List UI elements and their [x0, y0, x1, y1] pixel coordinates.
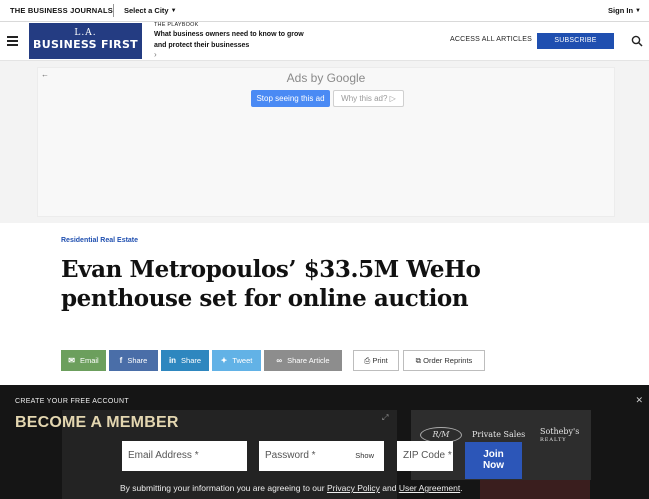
share-article-label: Share Article: [287, 356, 330, 365]
legal-and: and: [382, 483, 397, 493]
chevron-down-icon: ▼: [635, 8, 641, 14]
ads-by-google-label: Ads by Google: [286, 71, 366, 85]
stop-seeing-ad-button[interactable]: Stop seeing this ad: [251, 90, 330, 107]
search-icon[interactable]: [631, 35, 643, 47]
printer-icon: ⎙: [364, 356, 371, 365]
site-logo[interactable]: L.A. BUSINESS FIRST: [29, 23, 142, 59]
legal-text: By submitting your information you are a…: [120, 483, 463, 493]
twitter-icon: ✦: [220, 356, 228, 365]
show-password-toggle[interactable]: Show: [355, 441, 374, 471]
divider: [113, 4, 114, 17]
private-sales-label: Private Sales: [472, 430, 526, 439]
sign-in-label: Sign In: [608, 6, 634, 15]
ad-zone: ← Ads by Google Stop seeing this ad Why …: [0, 61, 649, 223]
password-field[interactable]: Password * Show: [259, 441, 384, 471]
sothebys-logo: Sotheby's REALTY: [540, 427, 579, 445]
member-kicker: CREATE YOUR FREE ACCOUNT: [15, 398, 129, 405]
article-title: Evan Metropoulos’ $33.5M WeHo penthouse …: [61, 256, 481, 312]
order-reprints-label: Order Reprints: [423, 356, 473, 365]
menu-icon[interactable]: [7, 36, 18, 46]
legal-period: .: [460, 483, 463, 493]
page: THE BUSINESS JOURNALS Select a City ▼ Sig…: [0, 0, 649, 499]
ad-choices-icon: ▷: [389, 94, 396, 103]
share-article-button[interactable]: ∞ Share Article: [264, 350, 342, 371]
share-facebook-label: Share: [127, 356, 148, 365]
playbook-promo[interactable]: THE PLAYBOOK What business owners need t…: [154, 22, 304, 59]
join-now-button[interactable]: Join Now: [465, 442, 522, 479]
share-email-button[interactable]: ✉ Email: [61, 350, 106, 371]
background-ad-accent: [480, 480, 590, 499]
share-facebook-button[interactable]: f Share: [109, 350, 158, 371]
playbook-headline: What business owners need to know to gro…: [154, 31, 304, 49]
logo-line-1: L.A.: [74, 28, 97, 38]
chevron-down-icon: ▼: [170, 8, 177, 14]
member-signup-overlay: R/M Private Sales Sotheby's REALTY ⤢ ✕ CR…: [0, 385, 649, 499]
envelope-icon: ✉: [68, 356, 75, 365]
select-city-dropdown[interactable]: Select a City ▼: [124, 6, 177, 15]
close-icon[interactable]: ✕: [635, 395, 643, 406]
why-this-ad-button[interactable]: Why this ad? ▷: [333, 90, 404, 107]
join-line-2: Now: [482, 460, 505, 471]
print-button[interactable]: ⎙ Print: [353, 350, 399, 371]
join-line-1: Join: [483, 449, 504, 460]
copy-icon: ⧉: [415, 356, 422, 365]
facebook-icon: f: [119, 356, 123, 365]
article-category-link[interactable]: Residential Real Estate: [61, 237, 138, 244]
privacy-policy-link[interactable]: Privacy Policy: [327, 483, 380, 493]
playbook-kicker: THE PLAYBOOK: [154, 22, 199, 28]
google-ad-feedback: ← Ads by Google Stop seeing this ad Why …: [37, 67, 615, 217]
expand-icon: ⤢: [382, 413, 389, 422]
user-agreement-link[interactable]: User Agreement: [399, 483, 460, 493]
password-placeholder: Password *: [265, 450, 316, 461]
share-twitter-button[interactable]: ✦ Tweet: [212, 350, 261, 371]
order-reprints-button[interactable]: ⧉ Order Reprints: [403, 350, 485, 371]
sothebys-name: Sotheby's: [540, 427, 580, 436]
legal-prefix: By submitting your information you are a…: [120, 483, 325, 493]
link-icon: ∞: [276, 356, 283, 365]
linkedin-icon: in: [168, 356, 177, 365]
site-header: L.A. BUSINESS FIRST THE PLAYBOOK What bu…: [0, 22, 649, 61]
email-field[interactable]: Email Address *: [122, 441, 247, 471]
share-email-label: Email: [79, 356, 99, 365]
access-all-articles-link[interactable]: ACCESS ALL ARTICLES: [450, 36, 532, 43]
print-label: Print: [372, 356, 388, 365]
share-twitter-label: Tweet: [232, 356, 253, 365]
why-this-ad-label: Why this ad?: [341, 94, 388, 103]
chevron-right-icon: ›: [154, 50, 157, 59]
share-linkedin-button[interactable]: in Share: [161, 350, 209, 371]
zip-code-field[interactable]: ZIP Code *: [397, 441, 453, 471]
network-brand-link[interactable]: THE BUSINESS JOURNALS: [10, 6, 113, 15]
utility-bar: THE BUSINESS JOURNALS Select a City ▼ Sig…: [0, 0, 649, 22]
logo-line-2: BUSINESS FIRST: [33, 38, 138, 51]
select-city-label: Select a City: [124, 6, 169, 15]
share-linkedin-label: Share: [181, 356, 202, 365]
sign-in-dropdown[interactable]: Sign In ▼: [608, 6, 641, 15]
subscribe-button[interactable]: SUBSCRIBE: [537, 33, 614, 49]
member-title: BECOME A MEMBER: [15, 414, 179, 431]
sothebys-sub: REALTY: [540, 437, 567, 443]
